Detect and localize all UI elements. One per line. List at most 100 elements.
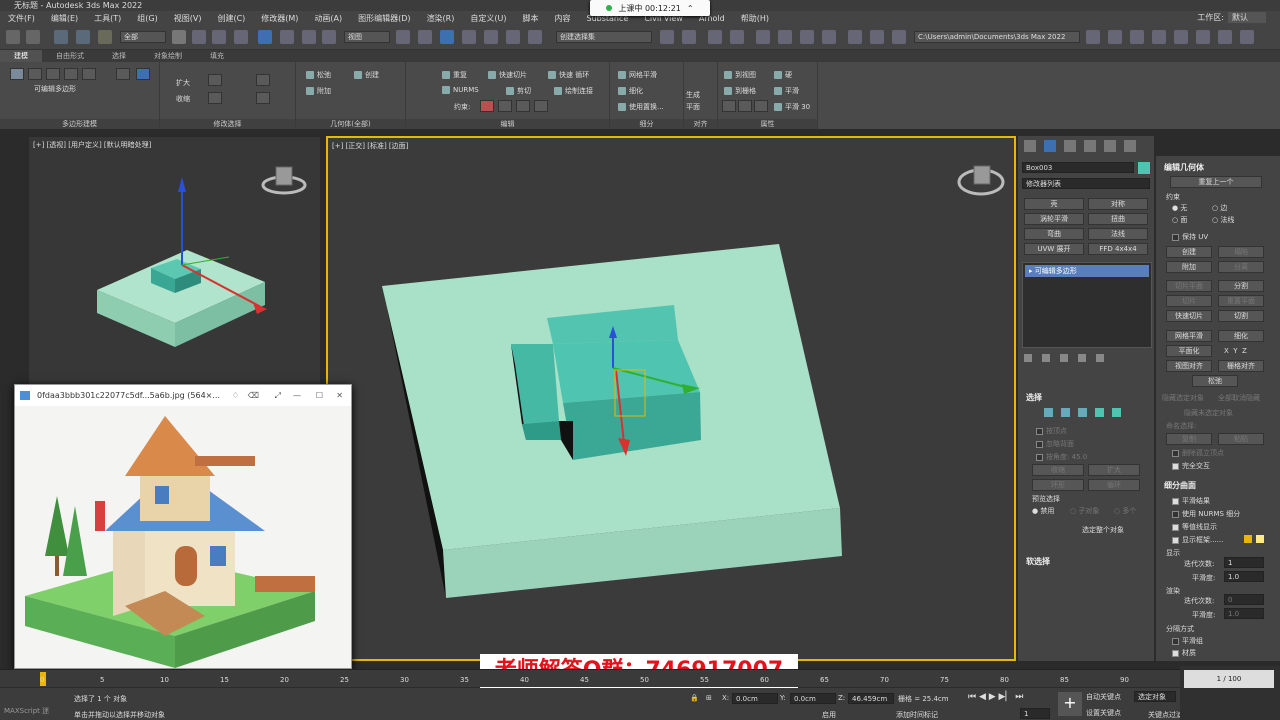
toolbar-extra-icon-7[interactable] (1240, 30, 1254, 44)
attach-button[interactable]: 附加 (306, 86, 331, 96)
ribbon-group-footer[interactable]: 属性 (718, 119, 817, 129)
scene-explorer-icon[interactable] (708, 30, 722, 44)
cut-button[interactable]: 切割 (1218, 310, 1264, 322)
select-manipulate-icon[interactable] (418, 30, 432, 44)
symmetry-button[interactable]: 对称 (1088, 198, 1148, 210)
toolbar-extra-icon-6[interactable] (1218, 30, 1232, 44)
percent-snap-icon[interactable] (506, 30, 520, 44)
named-selection-dropdown[interactable]: 创建选择集 (556, 31, 652, 43)
slice-button[interactable]: 切片 (1166, 295, 1212, 307)
edit-geometry-title[interactable]: 编辑几何体 (1164, 162, 1204, 173)
polygon-mode-icon[interactable] (64, 68, 78, 80)
add-time-tag[interactable]: 添加时间标记 (896, 710, 938, 720)
ring-shift-icon[interactable] (256, 74, 270, 86)
create-tab-icon[interactable] (1024, 140, 1036, 152)
key-selection-dropdown[interactable]: 选定对象 (1134, 691, 1176, 702)
placement-icon[interactable] (322, 30, 336, 44)
smooth30-button[interactable]: 平滑 30 (774, 102, 810, 112)
menu-item[interactable]: 工具(T) (86, 13, 129, 24)
link-icon[interactable] (54, 30, 68, 44)
snaps-toggle-icon[interactable] (462, 30, 476, 44)
use-nurms-checkbox[interactable]: 使用 NURMS 细分 (1172, 509, 1240, 519)
constraint-face-radio[interactable]: ○ 面 (1172, 215, 1187, 225)
menu-item[interactable]: 动画(A) (306, 13, 350, 24)
select-by-name-icon[interactable] (192, 30, 206, 44)
full-interactivity-checkbox[interactable]: 完全交互 (1172, 461, 1210, 471)
shell-button[interactable]: 壳 (1024, 198, 1084, 210)
align-z-icon[interactable] (754, 100, 768, 112)
menu-item[interactable]: 渲染(R) (419, 13, 463, 24)
smoothing-groups-checkbox[interactable]: 平滑组 (1172, 636, 1203, 646)
redo-icon[interactable] (26, 30, 40, 44)
project-folder-icon[interactable] (1086, 30, 1100, 44)
isoline-display-checkbox[interactable]: 等值线显示 (1172, 522, 1217, 532)
split-checkbox[interactable]: 分割 (1218, 280, 1264, 292)
ribbon-group-footer[interactable]: 编辑 (406, 119, 609, 129)
toolbar-extra-icon-3[interactable] (1152, 30, 1166, 44)
maxscript-listener[interactable]: MAXScript 迷 (4, 706, 49, 716)
object-color-swatch[interactable] (1138, 162, 1150, 174)
fullscreen-icon[interactable]: ⤢ (275, 385, 281, 406)
planarize-button[interactable]: 平面化 (1166, 345, 1212, 357)
menu-item[interactable]: 文件(F) (0, 13, 43, 24)
border-mode-icon[interactable] (46, 68, 60, 80)
spinner-snap-icon[interactable] (528, 30, 542, 44)
create-button[interactable]: 创建 (1166, 246, 1212, 258)
keep-uv-checkbox[interactable]: 保持 UV (1172, 232, 1208, 242)
planarize-axes[interactable]: X Y Z (1224, 347, 1247, 355)
preview-subobject-radio[interactable]: ○ 子对象 (1070, 506, 1099, 516)
toolbar-extra-icon-4[interactable] (1174, 30, 1188, 44)
loop-button[interactable]: 循环 (1088, 479, 1140, 491)
render-icon[interactable] (892, 30, 906, 44)
curve-editor-icon[interactable] (778, 30, 792, 44)
border-icon[interactable] (1078, 408, 1087, 417)
ribbon-toggle-icon[interactable] (756, 30, 770, 44)
align-y-icon[interactable] (738, 100, 752, 112)
normal-button[interactable]: 法线 (1088, 228, 1148, 240)
constraint-normal-radio[interactable]: ○ 法线 (1212, 215, 1234, 225)
ribbon-group-footer[interactable]: 多边形建模 (0, 119, 159, 129)
rect-select-icon[interactable] (212, 30, 226, 44)
view-align-button[interactable]: 视图对齐 (1166, 360, 1212, 372)
menu-item[interactable]: 帮助(H) (733, 13, 777, 24)
soft-selection-rollout-title[interactable]: 软选择 (1026, 556, 1050, 567)
grow-button[interactable]: 扩大 (176, 78, 190, 88)
timeline[interactable]: 0510152025303540455055606570758085909510… (0, 669, 1253, 687)
y-coordinate-field[interactable]: 0.0cm (790, 693, 836, 704)
utilities-tab-icon[interactable] (1124, 140, 1136, 152)
ribbon-group-footer[interactable]: 几何体(全部) (296, 119, 405, 129)
workspace-selector[interactable]: 工作区: 默认 (1197, 12, 1266, 23)
menu-item[interactable]: 图形编辑器(D) (350, 13, 418, 24)
ribbon-group-footer[interactable]: 细分 (610, 119, 683, 129)
by-angle-checkbox[interactable]: 按角度: 45.0 (1036, 452, 1087, 462)
constraint-edge-icon[interactable] (498, 100, 512, 112)
close-icon[interactable]: ✕ (336, 385, 343, 406)
scale-icon[interactable] (302, 30, 316, 44)
twist-button[interactable]: 扭曲 (1088, 213, 1148, 225)
ortho-viewport[interactable]: [+] [正交] [标准] [边面] (326, 136, 1016, 661)
polygon-icon[interactable] (1095, 408, 1104, 417)
tessellate-button[interactable]: 细化 (1218, 330, 1264, 342)
relax-button[interactable]: 松弛 (1192, 375, 1238, 387)
ribbon-group-footer[interactable]: 对齐 (684, 119, 717, 129)
ignore-backfacing-checkbox[interactable]: 忽略背面 (1036, 439, 1074, 449)
swiftloop-button[interactable]: 快速 循环 (548, 70, 589, 80)
modify-tab-icon[interactable] (1044, 140, 1056, 152)
slice-plane-button[interactable]: 切片平面 (1166, 280, 1212, 292)
turbosmooth-button[interactable]: 涡轮平滑 (1024, 213, 1084, 225)
angle-snap-icon[interactable] (484, 30, 498, 44)
use-displacement-button[interactable]: 使用置换... (618, 102, 664, 112)
grid-align-button[interactable]: 栅格对齐 (1218, 360, 1264, 372)
menu-item[interactable]: 脚本 (514, 13, 546, 24)
uvw-unwrap-button[interactable]: UVW 展开 (1024, 243, 1084, 255)
hard-button[interactable]: 硬 (774, 70, 792, 80)
image-viewer-titlebar[interactable]: 0fdaa3bbb301c22077c5df...5a6b.jpg (564×.… (15, 385, 351, 406)
iterations-spinner[interactable]: 1 (1224, 557, 1264, 568)
stack-item-editable-poly[interactable]: ▸ 可编辑多边形 (1025, 265, 1149, 277)
ribbon-group-footer[interactable]: 修改选择 (160, 119, 295, 129)
pivot-center-icon[interactable] (396, 30, 410, 44)
to-grid-button[interactable]: 到栅格 (724, 86, 756, 96)
move-icon[interactable] (258, 30, 272, 44)
selection-rollout-title[interactable]: 选择 (1026, 392, 1042, 403)
cage-color-swatch-1[interactable] (1244, 535, 1252, 543)
